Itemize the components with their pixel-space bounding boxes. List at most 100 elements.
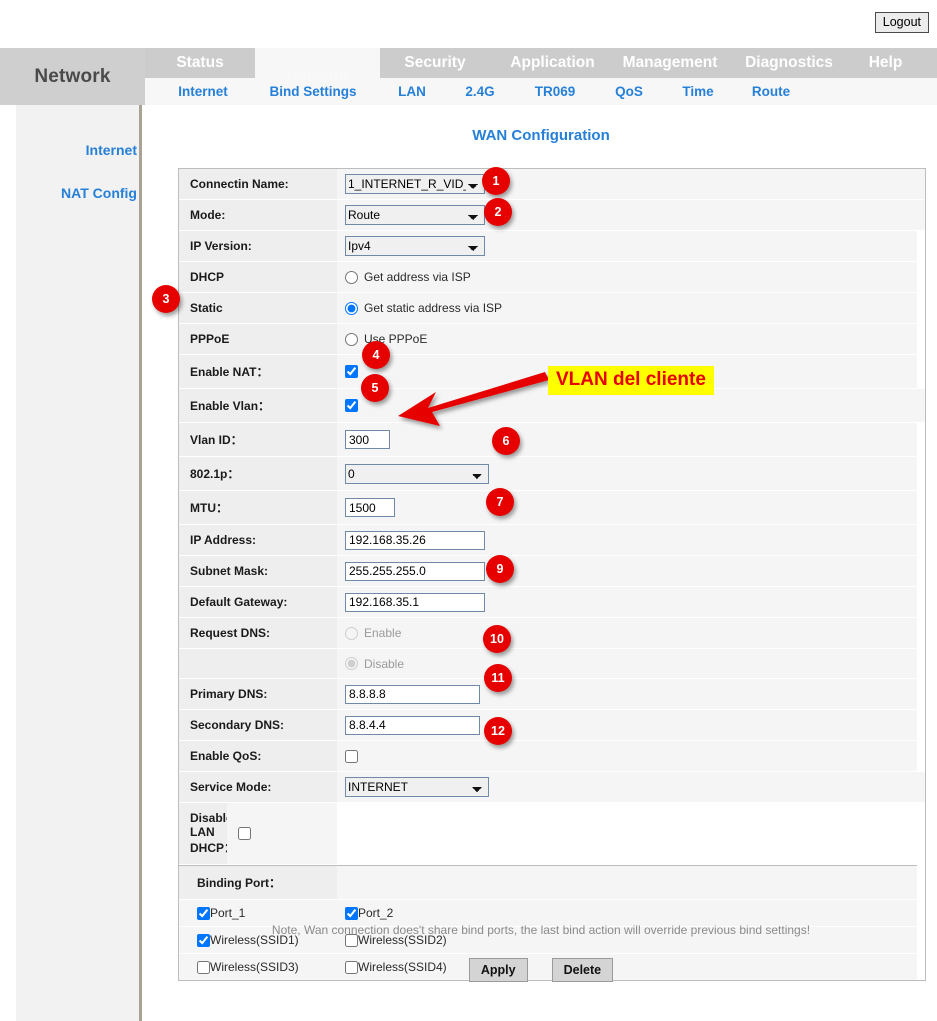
enable-qos-checkbox[interactable]: [345, 750, 358, 763]
row-service-mode: Service Mode: INTERNET: [179, 772, 925, 803]
mode-select[interactable]: Route: [345, 205, 485, 225]
label-mode: Mode:: [179, 200, 337, 230]
label-default-gateway: Default Gateway:: [179, 587, 337, 617]
enable-vlan-checkbox[interactable]: [345, 399, 358, 412]
secondary-dns-input[interactable]: [345, 716, 480, 735]
pppoe-radio[interactable]: [345, 333, 358, 346]
static-radio-label[interactable]: Get static address via ISP: [345, 301, 502, 315]
label-request-dns: Request DNS:: [179, 618, 337, 648]
service-mode-select[interactable]: INTERNET: [345, 777, 489, 797]
tab-status[interactable]: Status: [145, 48, 255, 78]
sidebar-item-internet[interactable]: Internet: [13, 142, 139, 158]
label-dot1p: 802.1p：: [179, 457, 337, 490]
subtab-bind-settings[interactable]: Bind Settings: [253, 78, 373, 105]
row-static: Static Get static address via ISP: [179, 293, 917, 324]
subtab-tr069[interactable]: TR069: [522, 78, 588, 105]
request-dns-disable-radio[interactable]: [345, 657, 358, 670]
ip-version-select[interactable]: Ipv4: [345, 236, 485, 256]
default-gateway-input[interactable]: [345, 593, 485, 612]
cell-disable-lan-dhcp-checkbox: [227, 803, 337, 864]
row-binding-port-header: Binding Port：: [179, 865, 917, 899]
binding-port-header-spacer: [337, 866, 917, 899]
dhcp-radio-label[interactable]: Get address via ISP: [345, 270, 471, 284]
static-radio[interactable]: [345, 302, 358, 315]
brand-label: Network: [34, 66, 110, 88]
label-vlan-id: Vlan ID：: [179, 423, 337, 456]
logout-button[interactable]: Logout: [875, 12, 929, 33]
label-enable-qos: Enable QoS:: [179, 741, 337, 771]
request-dns-enable-label[interactable]: Enable: [345, 626, 401, 640]
request-dns-enable-radio[interactable]: [345, 627, 358, 640]
port-1-checkbox[interactable]: [197, 907, 210, 920]
dhcp-option-text: Get address via ISP: [364, 270, 471, 284]
row-vlan-id: Vlan ID：: [179, 423, 917, 457]
form-actions: Apply Delete: [145, 958, 937, 982]
subtab-lan[interactable]: LAN: [384, 78, 440, 105]
connection-name-select[interactable]: 1_INTERNET_R_VID_300: [345, 174, 485, 194]
request-dns-disable-label[interactable]: Disable: [345, 657, 404, 671]
form-note: Note, Wan connection does't share bind p…: [145, 923, 937, 937]
main-navigation: Network Status Network Security Applicat…: [0, 48, 937, 105]
dot1p-select[interactable]: 0: [345, 464, 489, 484]
table-row: Port_1 Port_2: [179, 899, 917, 926]
subtab-24g[interactable]: 2.4G: [452, 78, 508, 105]
label-static: Static: [179, 293, 337, 323]
static-option-text: Get static address via ISP: [364, 301, 502, 315]
dhcp-radio[interactable]: [345, 271, 358, 284]
port-2-label[interactable]: Port_2: [345, 906, 917, 920]
label-enable-nat: Enable NAT：: [179, 355, 337, 388]
tab-security[interactable]: Security: [380, 48, 490, 78]
cell-mtu: [337, 491, 917, 524]
label-binding-port: Binding Port：: [179, 866, 337, 899]
primary-dns-input[interactable]: [345, 685, 480, 704]
subnet-mask-input[interactable]: [345, 562, 485, 581]
port-2-checkbox[interactable]: [345, 907, 358, 920]
top-bar: Logout: [0, 0, 937, 48]
disable-lan-dhcp-checkbox[interactable]: [238, 827, 251, 840]
cell-dot1p: 0: [337, 457, 917, 490]
mtu-input[interactable]: [345, 498, 395, 517]
label-service-mode: Service Mode:: [179, 772, 337, 802]
subtab-time[interactable]: Time: [670, 78, 726, 105]
cell-request-dns-disable: Disable: [337, 649, 917, 678]
pppoe-radio-label[interactable]: Use PPPoE: [345, 332, 427, 346]
vlan-id-input[interactable]: [345, 430, 390, 449]
row-pppoe: PPPoE Use PPPoE: [179, 324, 917, 355]
row-mtu: MTU：: [179, 491, 917, 525]
enable-nat-checkbox[interactable]: [345, 365, 358, 378]
row-ip-version: IP Version: Ipv4: [179, 231, 917, 262]
subtab-route[interactable]: Route: [740, 78, 802, 105]
row-enable-vlan: Enable Vlan：: [179, 389, 925, 423]
row-default-gateway: Default Gateway:: [179, 587, 917, 618]
row-request-dns-disable: Disable: [179, 649, 917, 679]
sidebar-item-nat-config[interactable]: NAT Config: [13, 185, 139, 201]
page-title: WAN Configuration: [145, 127, 937, 144]
apply-button[interactable]: Apply: [469, 958, 528, 982]
label-secondary-dns: Secondary DNS:: [179, 710, 337, 740]
subtab-qos[interactable]: QoS: [602, 78, 656, 105]
port-1-text: Port_1: [210, 906, 245, 920]
cell-default-gateway: [337, 587, 917, 617]
port-1-label[interactable]: Port_1: [197, 906, 337, 920]
row-primary-dns: Primary DNS:: [179, 679, 917, 710]
content-area: WAN Configuration Connectin Name: 1_INTE…: [145, 105, 937, 1021]
subtab-internet[interactable]: Internet: [168, 78, 238, 105]
row-enable-qos: Enable QoS:: [179, 741, 917, 772]
ip-address-input[interactable]: [345, 531, 485, 550]
row-disable-lan-dhcp: Disable LAN DHCP：: [179, 803, 917, 865]
cell-subnet-mask: [337, 556, 917, 586]
label-dhcp: DHCP: [179, 262, 337, 292]
label-pppoe: PPPoE: [179, 324, 337, 354]
cell-enable-vlan: [337, 389, 925, 422]
delete-button[interactable]: Delete: [552, 958, 614, 982]
label-subnet-mask: Subnet Mask:: [179, 556, 337, 586]
tab-application[interactable]: Application: [490, 48, 615, 78]
row-enable-nat: Enable NAT：: [179, 355, 917, 389]
tab-management[interactable]: Management: [615, 48, 725, 78]
cell-secondary-dns: [337, 710, 917, 740]
cell-static: Get static address via ISP: [337, 293, 917, 323]
tab-help[interactable]: Help: [853, 48, 918, 78]
tab-diagnostics[interactable]: Diagnostics: [730, 48, 848, 78]
row-connection-name: Connectin Name: 1_INTERNET_R_VID_300: [179, 169, 925, 200]
cell-primary-dns: [337, 679, 917, 709]
